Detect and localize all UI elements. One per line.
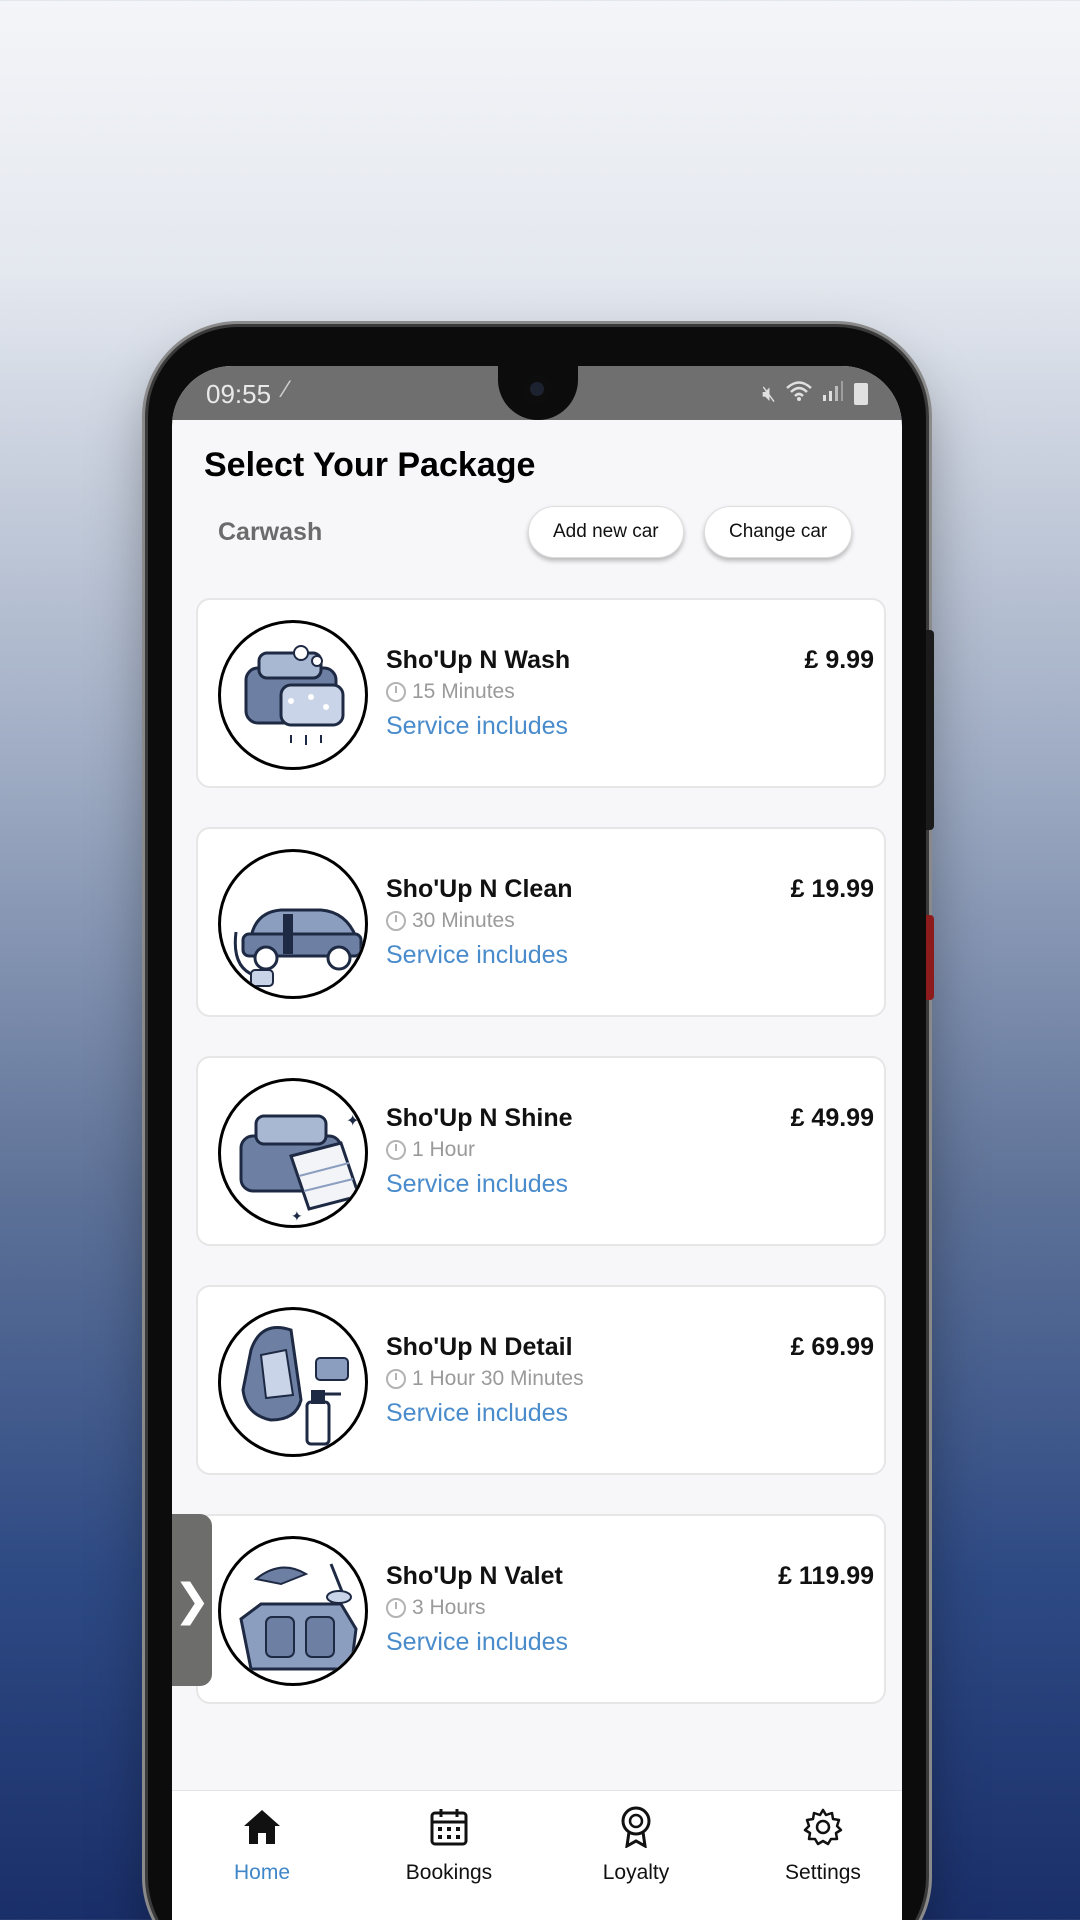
gear-icon [743,1803,902,1851]
package-duration: 1 Hour 30 Minutes [386,1367,584,1391]
package-name: Sho'Up N Clean [386,875,573,903]
mute-icon: 🔇︎ [762,381,776,406]
status-bar: 09:55 ⁄ 🔇︎ [172,366,902,420]
service-includes-link[interactable]: Service includes [386,1170,568,1199]
tab-label: Home [233,1861,291,1884]
package-price: £ 19.99 [790,875,874,903]
tab-label: Settings [785,1861,861,1884]
clock-icon [386,682,406,702]
bottom-tab-bar: Home Bookings Loyalty Settings [172,1790,902,1920]
service-includes-link[interactable]: Service includes [386,941,568,970]
car-vacuum-icon [218,849,368,999]
signal-icon [822,380,844,408]
package-name: Sho'Up N Detail [386,1333,573,1361]
magic-wand-icon: ⁄ [284,376,289,403]
clock-icon [386,1369,406,1389]
package-card[interactable]: Sho'Up N Clean 30 Minutes Service includ… [196,827,886,1017]
category-label: Carwash [218,518,323,546]
phone-power-button [926,915,934,1000]
clock-icon [386,1598,406,1618]
clock-icon [386,911,406,931]
home-icon [182,1803,342,1851]
svg-text:✦: ✦ [291,1208,303,1224]
duration-text: 3 Hours [412,1596,486,1619]
package-price: £ 69.99 [790,1333,874,1361]
package-card[interactable]: Sho'Up N Detail 1 Hour 30 Minutes Servic… [196,1285,886,1475]
camera-notch [498,366,578,420]
change-car-button[interactable]: Change car [704,506,853,558]
package-duration: 3 Hours [386,1596,486,1620]
package-duration: 15 Minutes [386,680,515,704]
package-card[interactable]: Sho'Up N Valet 3 Hours Service includes … [196,1514,886,1704]
duration-text: 15 Minutes [412,680,515,703]
service-includes-link[interactable]: Service includes [386,1399,568,1428]
package-name: Sho'Up N Wash [386,646,571,674]
clock-icon [386,1140,406,1160]
battery-icon [854,383,868,405]
package-card[interactable]: ✦ ✦ Sho'Up N Shine 1 Hour Service includ… [196,1056,886,1246]
add-new-car-button[interactable]: Add new car [528,506,684,558]
car-interior-valet-icon [218,1536,368,1686]
package-card[interactable]: Sho'Up N Wash 15 Minutes Service include… [196,598,886,788]
package-price: £ 119.99 [778,1562,874,1590]
package-duration: 30 Minutes [386,909,515,933]
service-includes-link[interactable]: Service includes [386,1628,568,1657]
phone-side-button [926,630,934,830]
package-price: £ 49.99 [790,1104,874,1132]
package-name: Sho'Up N Shine [386,1104,573,1132]
package-price: £ 9.99 [804,646,874,674]
duration-text: 1 Hour [412,1138,476,1161]
drawer-handle[interactable]: ❯ [172,1514,212,1686]
tab-label: Bookings [405,1861,493,1884]
award-icon [556,1803,716,1851]
duration-text: 1 Hour 30 Minutes [412,1367,584,1390]
car-polish-icon: ✦ ✦ [218,1078,368,1228]
status-icons: 🔇︎ [762,380,868,408]
service-includes-link[interactable]: Service includes [386,712,568,741]
tab-bookings[interactable]: Bookings [369,1803,529,1885]
app-screen: 09:55 ⁄ 🔇︎ Select Your Package Carwash A… [172,366,902,1920]
package-duration: 1 Hour [386,1138,475,1162]
tab-settings[interactable]: Settings [743,1803,902,1885]
duration-text: 30 Minutes [412,909,515,932]
status-time: 09:55 [206,379,272,409]
car-seat-detail-icon [218,1307,368,1457]
page-title: Select Your Package [204,446,536,484]
calendar-icon [369,1803,529,1851]
tab-loyalty[interactable]: Loyalty [556,1803,716,1885]
svg-text:✦: ✦ [346,1113,359,1130]
wifi-icon [786,380,812,408]
front-camera [524,376,550,402]
tab-home[interactable]: Home [182,1803,342,1885]
package-name: Sho'Up N Valet [386,1562,563,1590]
car-wash-sponge-icon [218,620,368,770]
chevron-right-icon: ❯ [173,1575,211,1625]
tab-label: Loyalty [602,1861,670,1884]
